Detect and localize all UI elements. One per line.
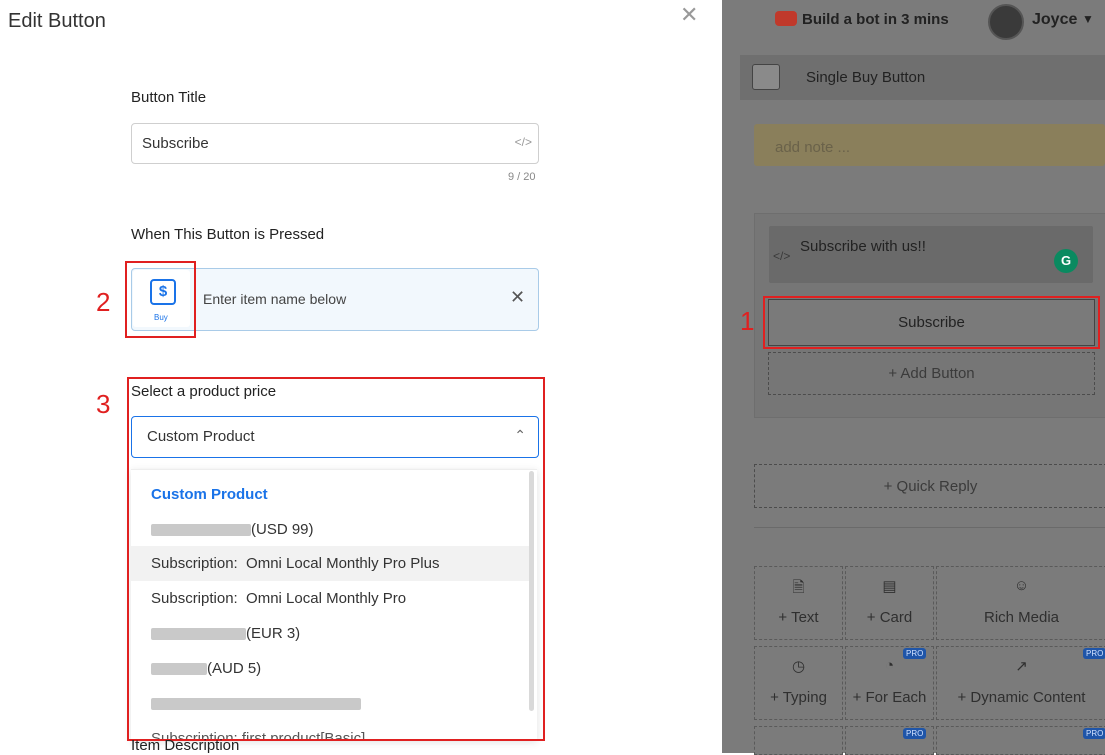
external-link-icon: ↗ <box>1015 658 1028 675</box>
char-counter: 9 / 20 <box>508 171 536 183</box>
dynamic-content-tile[interactable]: ↗ + Dynamic Content <box>936 646 1105 720</box>
add-button[interactable]: + Add Button <box>768 352 1095 395</box>
message-icon <box>752 64 780 90</box>
node-title: Single Buy Button <box>806 69 926 86</box>
add-text-tile[interactable]: 🗎 + Text <box>754 566 843 640</box>
note-input[interactable]: add note ... <box>754 124 1105 166</box>
avatar[interactable] <box>988 4 1024 40</box>
youtube-icon <box>775 11 797 26</box>
annotation-box-1 <box>763 296 1100 349</box>
add-card-tile[interactable]: ▤ + Card <box>845 566 934 640</box>
pro-badge: PRO <box>1083 728 1105 739</box>
pro-badge: PRO <box>903 648 927 659</box>
promo-link[interactable]: Build a bot in 3 mins <box>802 11 949 28</box>
modal-title: Edit Button <box>8 10 106 32</box>
annotation-box-2 <box>125 261 196 338</box>
remove-action-icon[interactable]: ✕ <box>510 287 525 308</box>
quick-reply-button[interactable]: + Quick Reply <box>754 464 1105 508</box>
grammarly-icon[interactable]: G <box>1054 249 1078 273</box>
caret-down-icon[interactable]: ▼ <box>1082 12 1094 26</box>
button-title-value: Subscribe <box>142 135 209 152</box>
message-text: Subscribe with us!! <box>800 238 926 255</box>
close-icon[interactable]: ✕ <box>680 2 698 28</box>
when-pressed-label: When This Button is Pressed <box>131 226 325 243</box>
code-icon[interactable]: </> <box>773 249 790 263</box>
pro-badge: PRO <box>903 728 927 739</box>
action-text: Enter item name below <box>203 291 347 307</box>
annotation-number-1: 1 <box>740 306 755 336</box>
divider <box>754 527 1105 528</box>
user-name[interactable]: Joyce <box>1032 11 1077 29</box>
clock-icon: ◷ <box>791 658 806 675</box>
annotation-number-3: 3 <box>96 389 111 419</box>
note-placeholder: add note ... <box>775 139 851 156</box>
card-icon: ▤ <box>882 578 897 595</box>
pro-badge: PRO <box>1083 648 1105 659</box>
rich-media-tile[interactable]: ☺ Rich Media <box>936 566 1105 640</box>
annotation-number-2: 2 <box>96 287 111 317</box>
more-tile[interactable] <box>936 726 1105 755</box>
button-title-input[interactable]: Subscribe </> <box>131 123 539 164</box>
document-icon: 🗎 <box>792 579 805 596</box>
smiley-icon: ☺ <box>1013 577 1030 594</box>
more-tile[interactable] <box>754 726 843 755</box>
item-description-label: Item Description <box>131 737 240 754</box>
pie-icon: ◔ <box>884 657 895 674</box>
add-typing-tile[interactable]: ◷ + Typing <box>754 646 843 720</box>
annotation-box-3 <box>127 377 545 741</box>
code-icon[interactable]: </> <box>515 135 532 149</box>
button-title-label: Button Title <box>131 89 207 106</box>
